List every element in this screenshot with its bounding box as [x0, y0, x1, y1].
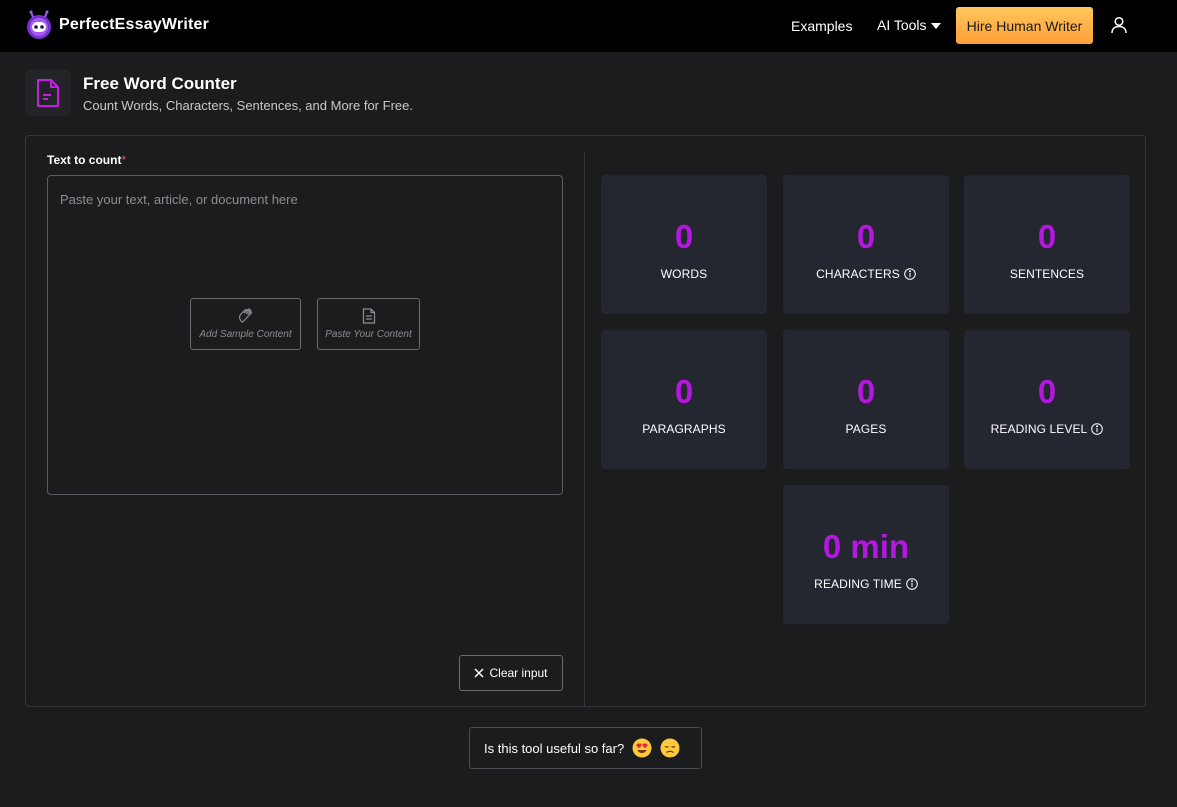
stat-card-sentences: 0 SENTENCES [964, 175, 1130, 314]
nav-link-examples[interactable]: Examples [791, 18, 852, 34]
wave-hand-icon [238, 308, 252, 323]
stat-label-paragraphs-text: PARAGRAPHS [642, 422, 726, 436]
close-icon [474, 668, 485, 678]
stat-label-words: WORDS [661, 267, 708, 281]
add-sample-content-label: Add Sample Content [199, 329, 292, 340]
logo[interactable]: PerfectEssayWriter [24, 10, 209, 40]
paste-your-content-label: Paste Your Content [325, 329, 412, 340]
user-account-icon[interactable] [1110, 16, 1128, 34]
stat-label-reading-level: READING LEVEL [991, 422, 1104, 436]
stat-label-words-text: WORDS [660, 267, 708, 281]
logo-text: PerfectEssayWriter [59, 16, 210, 33]
stat-value-paragraphs: 0 [674, 373, 694, 410]
page-title: Free Word Counter [83, 74, 237, 93]
stat-label-characters-text: CHARACTERS [816, 267, 900, 281]
stat-label-paragraphs: PARAGRAPHS [642, 422, 725, 436]
stat-label-reading-time-text: READING TIME [814, 577, 902, 591]
document-icon [25, 70, 71, 116]
stat-card-characters: 0 CHARACTERS [783, 175, 949, 314]
text-input[interactable] [47, 175, 563, 495]
nav-ai-tools-dropdown[interactable]: AI Tools [877, 17, 941, 33]
stat-label-reading-time: READING TIME [814, 577, 918, 591]
stat-label-reading-level-text: READING LEVEL [990, 422, 1088, 436]
robot-logo-icon [24, 10, 54, 40]
caret-down-icon [930, 23, 941, 29]
info-icon[interactable] [1091, 423, 1104, 435]
stat-label-sentences: SENTENCES [1010, 267, 1084, 281]
stat-value-characters: 0 [856, 218, 876, 255]
stat-value-words: 0 [674, 218, 694, 255]
paste-document-icon [362, 308, 375, 324]
nav-ai-tools-label: AI Tools [877, 17, 927, 33]
paste-your-content-button[interactable]: Paste Your Content [317, 298, 420, 350]
stat-card-reading-level: 0 READING LEVEL [964, 330, 1130, 469]
page-subtitle: Count Words, Characters, Sentences, and … [83, 98, 413, 113]
text-input-label-text: Text to count [47, 153, 122, 167]
feedback-question: Is this tool useful so far? [484, 740, 625, 756]
clear-input-button[interactable]: Clear input [459, 655, 563, 691]
stat-value-pages: 0 [856, 373, 876, 410]
heart-eyes-emoji-icon[interactable] [632, 738, 652, 758]
stat-value-sentences: 0 [1037, 218, 1057, 255]
stat-card-reading-time: 0 min READING TIME [783, 485, 949, 624]
stat-value-reading-time: 0 min [822, 528, 910, 565]
info-icon[interactable] [906, 578, 918, 590]
text-input-label: Text to count* [47, 153, 126, 167]
clear-input-label: Clear input [489, 666, 548, 680]
panel-divider [584, 152, 585, 706]
stat-label-pages-text: PAGES [845, 422, 887, 436]
required-mark: * [121, 153, 127, 167]
info-icon[interactable] [904, 268, 916, 280]
stat-label-characters: CHARACTERS [816, 267, 916, 281]
add-sample-content-button[interactable]: Add Sample Content [190, 298, 301, 350]
hire-human-writer-button[interactable]: Hire Human Writer [956, 7, 1093, 44]
stat-card-pages: 0 PAGES [783, 330, 949, 469]
top-nav: PerfectEssayWriter Examples AI Tools Hir… [0, 0, 1177, 52]
feedback-box: Is this tool useful so far? [469, 727, 702, 769]
stat-card-words: 0 WORDS [601, 175, 767, 314]
stat-label-pages: PAGES [846, 422, 887, 436]
stat-label-sentences-text: SENTENCES [1009, 267, 1085, 281]
stat-card-paragraphs: 0 PARAGRAPHS [601, 330, 767, 469]
sad-face-emoji-icon[interactable] [660, 738, 680, 758]
stat-value-reading-level: 0 [1037, 373, 1057, 410]
